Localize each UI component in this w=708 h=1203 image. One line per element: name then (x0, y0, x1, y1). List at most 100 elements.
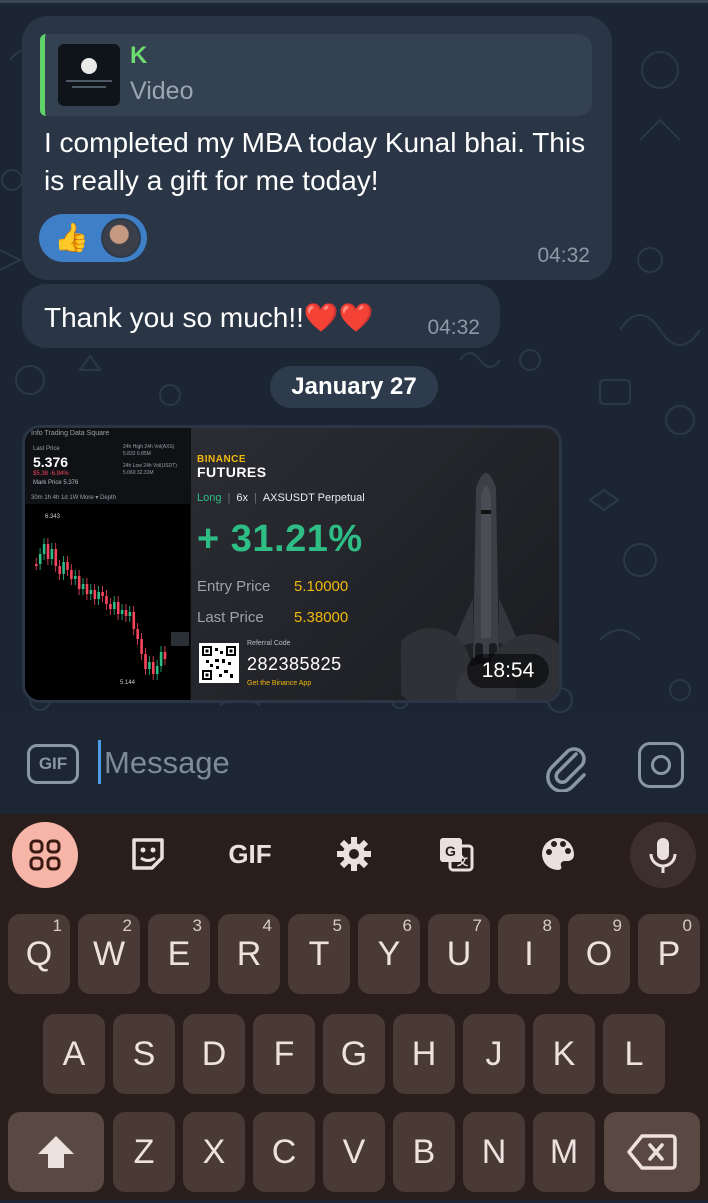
backspace-key[interactable] (604, 1112, 700, 1192)
key-l[interactable]: L (603, 1014, 665, 1094)
message-timestamp: 04:32 (427, 316, 480, 339)
key-label: P (657, 935, 681, 973)
candle-body (89, 590, 93, 594)
candle-body (144, 654, 147, 669)
key-m[interactable]: M (533, 1112, 595, 1192)
candle-body (77, 576, 81, 589)
candlestick-chart: 6.343 5.144 (25, 504, 190, 700)
key-z[interactable]: Z (113, 1112, 175, 1192)
shift-key[interactable] (8, 1112, 104, 1192)
key-label: W (92, 935, 126, 973)
candle-body (58, 566, 61, 574)
app-intervals: 30m 1h 4h 1d 1W More ▾ Depth (31, 495, 117, 501)
microphone-icon[interactable] (630, 822, 696, 888)
message-timestamp: 04:32 (537, 244, 590, 267)
candle-body (152, 662, 155, 674)
apps-grid-icon[interactable] (12, 822, 78, 888)
camera-icon[interactable] (638, 742, 684, 788)
key-hint-number: 9 (612, 916, 622, 935)
key-r[interactable]: R4 (218, 914, 280, 994)
key-label: I (524, 935, 534, 973)
key-k[interactable]: K (533, 1014, 595, 1094)
paperclip-icon[interactable] (542, 740, 590, 792)
key-y[interactable]: Y6 (358, 914, 420, 994)
key-hint-number: 2 (122, 916, 132, 935)
message-input[interactable] (104, 738, 524, 788)
key-w[interactable]: W2 (78, 914, 140, 994)
chat-area[interactable]: K Video I completed my MBA today Kunal b… (0, 0, 708, 716)
key-v[interactable]: V (323, 1112, 385, 1192)
key-hint-number: 7 (472, 916, 482, 935)
candle-body (128, 612, 132, 616)
candle-body (116, 602, 120, 614)
key-f[interactable]: F (253, 1014, 315, 1094)
theme-palette-icon[interactable] (526, 826, 590, 882)
video-duration-badge: 18:54 (467, 654, 549, 688)
key-o[interactable]: O9 (568, 914, 630, 994)
thumbs-up-icon: 👍 (54, 222, 89, 253)
reply-video-thumbnail (58, 44, 120, 106)
qr-code (199, 643, 239, 683)
referral-label: Referral Code (247, 640, 291, 647)
candle-body (81, 584, 85, 589)
key-t[interactable]: T5 (288, 914, 350, 994)
key-g[interactable]: G (323, 1014, 385, 1094)
candle-body (54, 549, 58, 566)
candle-body (159, 652, 163, 666)
message-composer: GIF (0, 716, 708, 814)
key-e[interactable]: E3 (148, 914, 210, 994)
card-product: FUTURES (197, 464, 267, 480)
candle-body (148, 662, 151, 669)
candle-body (38, 554, 42, 564)
reply-preview[interactable]: K Video (40, 34, 592, 116)
key-i[interactable]: I8 (498, 914, 560, 994)
top-divider (0, 0, 708, 3)
last-price-value: 5.38000 (294, 609, 349, 626)
candle-body (163, 652, 167, 659)
app-mark-price: Mark Price 5.376 (33, 480, 79, 486)
reactor-avatar (101, 218, 141, 258)
position-info: Long | 6x | AXSUSDT Perpetual (197, 492, 365, 504)
key-b[interactable]: B (393, 1112, 455, 1192)
key-hint-number: 8 (542, 916, 552, 935)
key-n[interactable]: N (463, 1112, 525, 1192)
key-p[interactable]: P0 (638, 914, 700, 994)
entry-price-value: 5.10000 (294, 578, 349, 595)
key-q[interactable]: Q1 (8, 914, 70, 994)
reaction-chip[interactable]: 👍 (39, 214, 147, 262)
sticker-icon[interactable] (116, 826, 180, 882)
gif-button[interactable]: GIF (218, 826, 282, 882)
candle-body (101, 592, 104, 596)
candle-body (93, 590, 97, 599)
candle-body (70, 570, 73, 579)
key-s[interactable]: S (113, 1014, 175, 1094)
key-hint-number: 1 (52, 916, 62, 935)
key-u[interactable]: U7 (428, 914, 490, 994)
key-x[interactable]: X (183, 1112, 245, 1192)
gif-sticker-button[interactable]: GIF (27, 744, 79, 784)
key-h[interactable]: H (393, 1014, 455, 1094)
key-label: R (236, 935, 262, 973)
key-j[interactable]: J (463, 1014, 525, 1094)
key-hint-number: 4 (262, 916, 272, 935)
key-c[interactable]: C (253, 1112, 315, 1192)
position-side: Long (197, 492, 222, 504)
reply-media-type: Video (130, 77, 194, 105)
settings-gear-icon[interactable] (322, 826, 386, 882)
key-label: U (446, 935, 472, 973)
text-cursor (98, 740, 101, 784)
key-d[interactable]: D (183, 1014, 245, 1094)
media-video-message[interactable]: Info Trading Data Square Last Price 5.37… (22, 425, 562, 703)
incoming-message-bubble[interactable]: Thank you so much!!❤️❤️ 04:32 (22, 284, 500, 348)
candle-body (35, 564, 38, 566)
key-hint-number: 3 (192, 916, 202, 935)
candle-body (132, 612, 136, 629)
key-a[interactable]: A (43, 1014, 105, 1094)
app-price: 5.376 (33, 454, 69, 470)
incoming-message-bubble[interactable]: K Video I completed my MBA today Kunal b… (22, 16, 612, 280)
position-symbol: AXSUSDT Perpetual (262, 492, 365, 504)
position-leverage: 6x (236, 492, 248, 504)
candle-body (85, 584, 89, 594)
translate-icon[interactable]: G文 (424, 826, 488, 882)
referral-code: 282385825 (247, 654, 342, 674)
